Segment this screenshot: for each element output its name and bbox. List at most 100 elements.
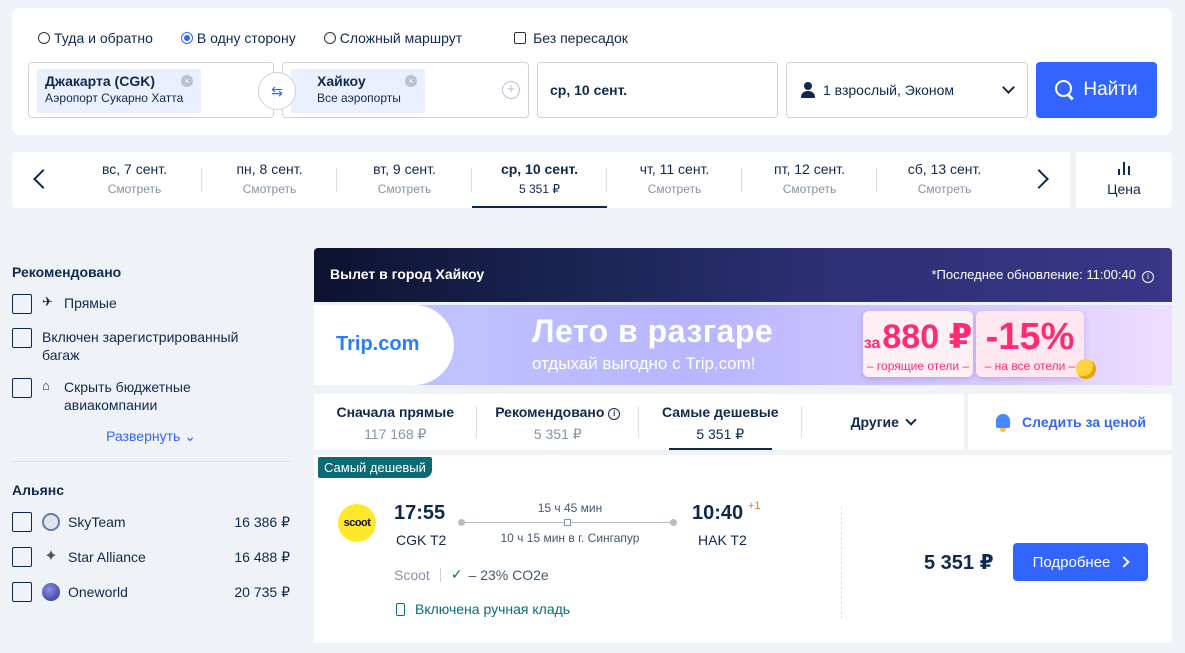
checkbox[interactable] <box>12 547 32 567</box>
airline-name: Scoot <box>394 566 430 583</box>
filter-label: Скрыть бюджетные авиакомпании <box>64 379 191 413</box>
radio-button[interactable] <box>323 32 336 44</box>
price-alert-label: Следить за ценой <box>1022 414 1146 430</box>
flight-duration: 15 ч 45 мин <box>537 501 603 515</box>
sort-label: Другие <box>850 414 899 430</box>
checkbox[interactable] <box>12 328 32 348</box>
filter-hide-budget[interactable]: ⌂ Скрыть бюджетные авиакомпании <box>12 378 290 414</box>
tripcom-logo: Trip.com <box>314 305 454 385</box>
results-header: Вылет в город Хайкоу *Последнее обновлен… <box>314 248 1172 302</box>
add-destination-icon[interactable]: + <box>502 81 520 99</box>
radio-button[interactable] <box>38 32 50 44</box>
from-city-name: Джакарта (CGK) <box>45 73 155 89</box>
date-cell[interactable]: пт, 12 сент. Смотреть <box>742 152 877 208</box>
trip-type-multicity[interactable]: Сложный маршрут <box>323 30 463 46</box>
trip-type-label: Сложный маршрут <box>339 30 463 46</box>
route-start-dot <box>458 519 465 526</box>
search-button-label: Найти <box>1083 79 1138 100</box>
alliance-star[interactable]: ✦ Star Alliance 16 488 ₽ <box>12 547 290 567</box>
checkbox[interactable] <box>12 294 32 314</box>
passengers-field[interactable]: 1 взрослый, Эконом <box>786 62 1028 118</box>
filter-nonstop[interactable]: ✈ Прямые <box>12 294 290 314</box>
alliance-price: 16 488 ₽ <box>234 548 290 565</box>
plane-takeoff-icon: ✈ <box>42 294 53 309</box>
sort-other-dropdown[interactable]: Другие <box>802 394 965 450</box>
sort-value: 117 168 ₽ <box>364 426 427 442</box>
date-cell[interactable]: пн, 8 сент. Смотреть <box>202 152 337 208</box>
clear-from-icon[interactable]: × <box>181 75 193 87</box>
alliance-price: 20 735 ₽ <box>234 583 290 600</box>
alliance-skyteam[interactable]: SkyTeam 16 386 ₽ <box>12 512 290 532</box>
price-chart-button[interactable]: Цена <box>1070 152 1172 208</box>
checkbox[interactable] <box>12 378 32 398</box>
swap-icon: ⇆ <box>271 82 283 99</box>
clear-to-icon[interactable]: × <box>405 75 417 87</box>
coin-icon <box>1076 359 1096 379</box>
sort-recommended[interactable]: Рекомендовано i 5 351 ₽ <box>477 394 640 450</box>
chevron-right-icon <box>1118 556 1131 568</box>
sort-nonstop-first[interactable]: Сначала прямые 117 168 ₽ <box>314 394 477 450</box>
date-price: 5 351 ₽ <box>519 182 560 196</box>
nonstop-checkbox[interactable]: Без пересадок <box>514 30 628 46</box>
search-icon <box>1055 80 1075 100</box>
arrival-airport: HAK T2 <box>698 532 747 548</box>
alliance-price: 16 386 ₽ <box>234 513 290 530</box>
date-day: ср, 10 сент. <box>500 161 579 177</box>
search-button[interactable]: Найти <box>1036 62 1157 118</box>
trip-type-oneway[interactable]: В одну сторону <box>180 30 296 46</box>
date-day: вс, 7 сент. <box>101 161 167 177</box>
details-button[interactable]: Подробнее <box>1013 543 1148 581</box>
checkbox[interactable] <box>514 32 527 44</box>
date-price: Смотреть <box>917 182 972 196</box>
chevron-left-icon[interactable] <box>33 169 53 189</box>
to-airport-name: Все аэропорты <box>317 91 401 105</box>
tripcom-logo-text: Trip.com <box>336 333 420 355</box>
person-icon <box>801 82 815 98</box>
promo-headline: Лето в разгаре <box>532 313 774 349</box>
price-alert-button[interactable]: Следить за ценой <box>968 394 1172 450</box>
date-price: Смотреть <box>647 182 702 196</box>
chevron-right-icon[interactable] <box>1029 169 1049 189</box>
date-price: Смотреть <box>242 182 297 196</box>
date-cell[interactable]: чт, 11 сент. Смотреть <box>607 152 742 208</box>
date-cell[interactable]: вс, 7 сент. Смотреть <box>67 152 202 208</box>
carry-on-bag-icon <box>396 602 405 616</box>
sort-label: Сначала прямые <box>336 404 455 420</box>
alliance-oneworld[interactable]: Oneworld 20 735 ₽ <box>12 582 290 602</box>
date-cell-selected[interactable]: ср, 10 сент. 5 351 ₽ <box>472 152 607 208</box>
to-field[interactable]: Хайкоу Все аэропорты × + <box>282 62 529 118</box>
chevron-down-icon <box>1002 81 1015 94</box>
sort-label: Самые дешевые <box>661 404 779 420</box>
info-icon[interactable]: i <box>608 408 621 420</box>
alliance-name: Oneworld <box>68 584 128 600</box>
sort-value: 5 351 ₽ <box>533 426 582 442</box>
info-icon[interactable]: i <box>1142 271 1154 283</box>
co2-info[interactable]: – 23% CO2e <box>469 567 549 583</box>
promo-banner[interactable]: Trip.com Лето в разгаре отдыхай выгодно … <box>314 305 1172 385</box>
date-cell[interactable]: сб, 13 сент. Смотреть <box>877 152 1012 208</box>
flight-card[interactable]: Самый дешевый scoot 17:55 CGK T2 15 ч 45… <box>314 455 1172 643</box>
badge-prefix: за <box>863 335 881 352</box>
sort-bar: Сначала прямые 117 168 ₽ Рекомендовано i… <box>314 394 964 450</box>
checkbox[interactable] <box>12 512 32 532</box>
sort-cheapest[interactable]: Самые дешевые 5 351 ₽ <box>639 394 802 450</box>
swap-cities-button[interactable]: ⇆ <box>258 72 296 110</box>
date-cell[interactable]: вт, 9 сент. Смотреть <box>337 152 472 208</box>
radio-button-selected[interactable] <box>180 32 193 44</box>
date-day: чт, 11 сент. <box>639 161 710 177</box>
scoot-logo: scoot <box>338 504 376 542</box>
expand-filters-link[interactable]: Развернуть ⌄ <box>12 428 290 445</box>
from-airport-name: Аэропорт Сукарно Хатта <box>45 91 184 105</box>
trip-type-label: В одну сторону <box>196 30 296 46</box>
trip-type-roundtrip[interactable]: Туда и обратно <box>38 30 153 46</box>
divider <box>12 461 290 462</box>
flight-price: 5 351 ₽ <box>924 552 994 574</box>
price-chart-label: Цена <box>1107 181 1141 197</box>
skyteam-logo-icon <box>42 513 60 531</box>
nonstop-label: Без пересадок <box>533 30 628 46</box>
date-field[interactable]: ср, 10 сент. <box>537 62 778 118</box>
checkbox[interactable] <box>12 582 32 602</box>
from-field[interactable]: Джакарта (CGK) Аэропорт Сукарно Хатта × <box>28 62 274 118</box>
chevron-down-icon: ⌄ <box>184 428 196 444</box>
filter-checked-baggage[interactable]: Включен зарегистрированный багаж <box>12 328 290 364</box>
